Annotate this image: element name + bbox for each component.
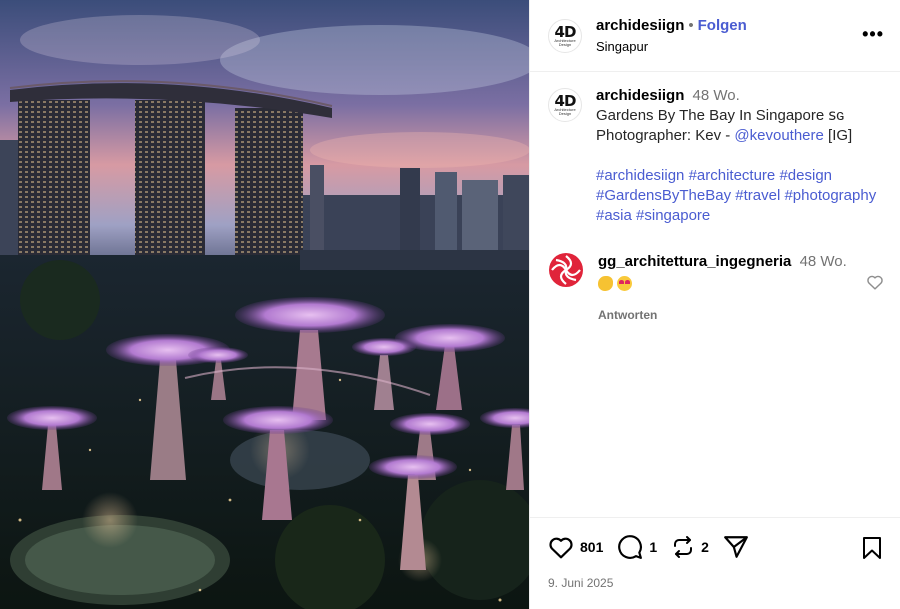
hashtag-link[interactable]: #asia	[596, 207, 632, 224]
like-button[interactable]: 801	[548, 535, 603, 559]
hashtag-link[interactable]: #archidesiign	[596, 167, 684, 184]
avatar-logo: 4D	[554, 22, 577, 41]
reposts-count[interactable]: 2	[701, 539, 709, 555]
hashtag-link[interactable]: #design	[779, 167, 832, 184]
caption-time: 48 Wo.	[692, 87, 740, 104]
caption-line2-suffix: [IG]	[823, 127, 853, 144]
hashtag-link[interactable]: #singapore	[636, 207, 710, 224]
hashtag-link[interactable]: #GardensByTheBay	[596, 187, 731, 204]
author-avatar[interactable]: 4D Architecture Design	[548, 18, 582, 53]
comments-count[interactable]: 1	[649, 539, 657, 555]
save-button[interactable]	[862, 536, 882, 565]
comment-like-heart-icon[interactable]	[866, 274, 884, 295]
hashtag-link[interactable]: #travel	[735, 187, 780, 204]
commenter-logo-icon	[549, 253, 583, 287]
gardens-by-the-bay-photo	[0, 0, 529, 609]
hashtag-link[interactable]: #architecture	[689, 167, 776, 184]
repost-button[interactable]: 2	[671, 535, 709, 559]
reply-button[interactable]: Antworten	[598, 305, 847, 325]
caption-line1: Gardens By The Bay In Singapore ꜱɢ	[596, 107, 845, 124]
clapping-hands-emoji-icon	[598, 276, 613, 291]
comment-text	[598, 276, 847, 291]
heart-icon	[549, 537, 573, 559]
bookmark-icon	[863, 537, 881, 559]
commenter-username[interactable]: gg_architettura_ingegneria	[598, 253, 791, 270]
paper-plane-icon	[724, 536, 748, 558]
instagram-post: 4D Architecture Design archidesiign • Fo…	[0, 0, 900, 609]
hashtags-line-3: #asia #singapore	[596, 206, 876, 226]
avatar-logo: 4D	[554, 92, 577, 110]
comment-button[interactable]: 1	[617, 534, 657, 560]
comment: gg_architettura_ingegneria 48 Wo. Antwor…	[548, 252, 886, 325]
caption-author-avatar[interactable]: 4D Architecture Design	[548, 88, 582, 122]
comment-time: 48 Wo.	[799, 253, 847, 270]
caption-username[interactable]: archidesiign	[596, 87, 684, 104]
post-location[interactable]: Singapur	[596, 39, 747, 54]
likes-count[interactable]: 801	[580, 539, 603, 555]
post-sidebar: 4D Architecture Design archidesiign • Fo…	[529, 0, 900, 609]
heart-eyes-emoji-icon	[617, 276, 632, 291]
more-options-icon[interactable]: •••	[862, 25, 884, 43]
hashtag-link[interactable]: #photography	[784, 187, 876, 204]
follow-button[interactable]: Folgen	[698, 17, 747, 34]
avatar-logo-subtext: Architecture Design	[554, 107, 576, 116]
comment-bubble-icon	[618, 535, 643, 559]
commenter-avatar[interactable]	[548, 252, 584, 288]
caption: 4D Architecture Design archidesiign 48 W…	[548, 86, 886, 226]
comments-section: 4D Architecture Design archidesiign 48 W…	[530, 72, 900, 517]
hashtags-line-1: #archidesiign #architecture #design	[596, 166, 876, 186]
separator-dot: •	[688, 17, 694, 34]
author-username[interactable]: archidesiign	[596, 17, 684, 34]
post-date[interactable]: 9. Juni 2025	[548, 576, 886, 590]
post-header: 4D Architecture Design archidesiign • Fo…	[530, 0, 900, 72]
mention-link[interactable]: @kevouthere	[734, 127, 823, 144]
hashtags-line-2: #GardensByTheBay #travel #photography	[596, 186, 876, 206]
post-actions-bar: 801 1 2 9. Juni 2025	[530, 517, 900, 609]
share-button[interactable]	[723, 535, 749, 559]
avatar-logo-subtext: Architecture Design	[554, 37, 576, 47]
post-photo[interactable]	[0, 0, 529, 609]
caption-line2-prefix: Photographer: Kev -	[596, 127, 735, 144]
repost-icon	[674, 536, 693, 558]
